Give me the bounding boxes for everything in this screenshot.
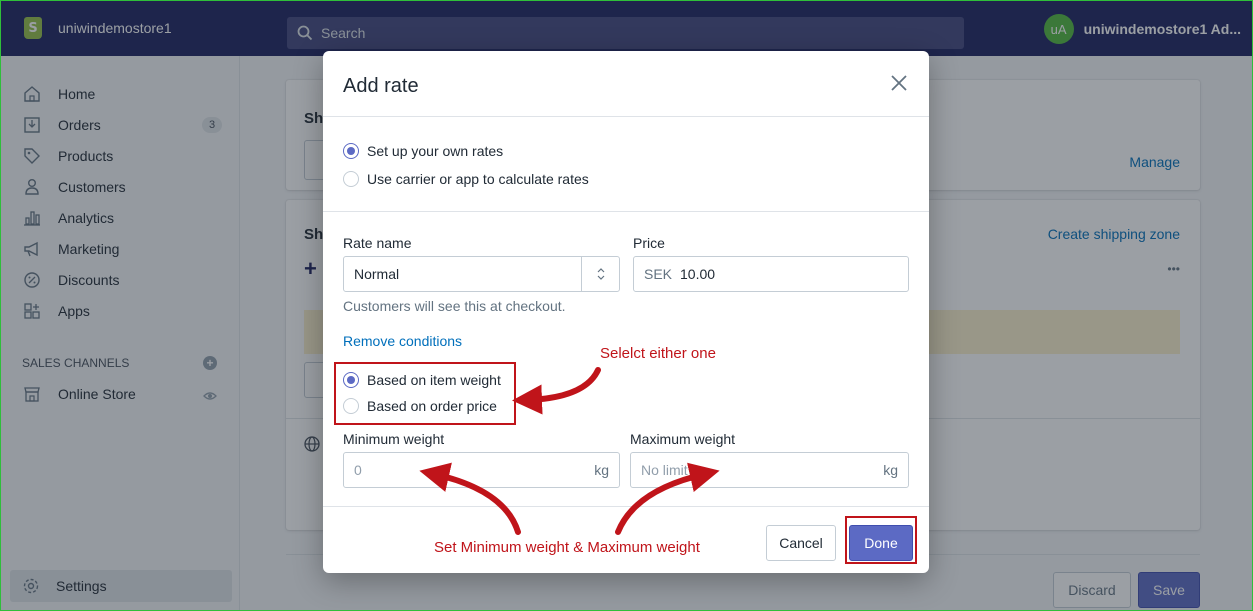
max-weight-label: Maximum weight bbox=[630, 431, 736, 447]
annotation-select-either: Selelct either one bbox=[600, 345, 716, 362]
min-weight-input[interactable]: 0 kg bbox=[343, 452, 620, 488]
radio-label: Set up your own rates bbox=[367, 143, 504, 159]
rate-type-own-rates[interactable]: Set up your own rates bbox=[343, 143, 503, 159]
radio-button[interactable] bbox=[343, 171, 359, 187]
price-field[interactable]: SEK 10.00 bbox=[633, 256, 909, 292]
min-weight-label: Minimum weight bbox=[343, 431, 445, 447]
radio-label: Based on order price bbox=[367, 398, 497, 414]
modal-header: Add rate bbox=[323, 51, 929, 117]
rate-name-label: Rate name bbox=[343, 235, 412, 251]
min-weight-placeholder: 0 bbox=[354, 462, 362, 478]
max-weight-placeholder: No limit bbox=[641, 462, 688, 478]
footer-divider bbox=[323, 506, 929, 507]
close-icon[interactable] bbox=[889, 73, 909, 93]
min-weight-unit: kg bbox=[594, 462, 609, 478]
rate-name-select[interactable]: Normal bbox=[343, 256, 620, 292]
radio-button[interactable] bbox=[343, 143, 359, 159]
price-label: Price bbox=[633, 235, 665, 251]
cancel-button[interactable]: Cancel bbox=[766, 525, 836, 561]
done-button[interactable]: Done bbox=[849, 525, 913, 561]
max-weight-input[interactable]: No limit kg bbox=[630, 452, 909, 488]
modal-title: Add rate bbox=[343, 75, 419, 97]
add-rate-modal: Add rate Set up your own rates Use carri… bbox=[323, 51, 929, 573]
select-arrows-icon bbox=[581, 257, 619, 291]
radio-label: Use carrier or app to calculate rates bbox=[367, 171, 589, 187]
price-value: 10.00 bbox=[680, 266, 716, 282]
rate-type-carrier[interactable]: Use carrier or app to calculate rates bbox=[343, 171, 589, 187]
radio-button[interactable] bbox=[343, 398, 359, 414]
condition-order-price[interactable]: Based on order price bbox=[343, 398, 497, 414]
max-weight-unit: kg bbox=[883, 462, 898, 478]
annotation-set-weights: Set Minimum weight & Maximum weight bbox=[434, 539, 700, 556]
remove-conditions-link[interactable]: Remove conditions bbox=[343, 333, 462, 349]
rate-name-value: Normal bbox=[354, 266, 400, 282]
rate-name-help-text: Customers will see this at checkout. bbox=[343, 298, 566, 314]
radio-button[interactable] bbox=[343, 372, 359, 388]
section-divider bbox=[323, 211, 929, 212]
currency-prefix: SEK bbox=[644, 266, 673, 282]
condition-item-weight[interactable]: Based on item weight bbox=[343, 372, 501, 388]
radio-label: Based on item weight bbox=[367, 372, 501, 388]
